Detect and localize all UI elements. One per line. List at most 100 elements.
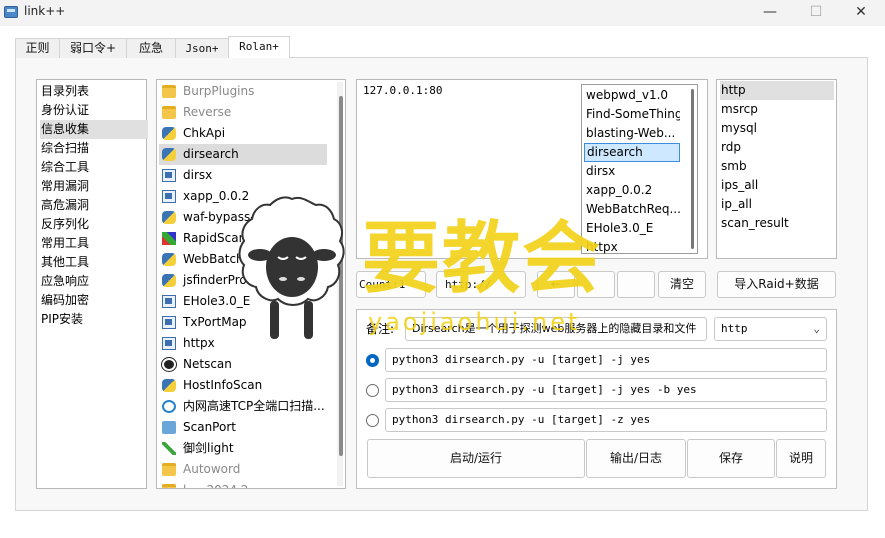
sword-icon — [162, 442, 176, 455]
chevron-down-icon: ⌄ — [813, 322, 820, 335]
help-button[interactable]: 说明 — [776, 439, 826, 478]
command-radio-1[interactable] — [366, 354, 379, 367]
tool-item-label: 御剑light — [183, 441, 234, 455]
protocol-item[interactable]: http — [720, 81, 834, 100]
port-icon — [162, 421, 176, 434]
protocol-item[interactable]: mysql — [720, 119, 834, 138]
tool-item[interactable]: Netscan — [159, 354, 327, 375]
tool-item[interactable]: Autoword — [159, 459, 327, 480]
close-button[interactable]: ✕ — [838, 0, 884, 26]
tool-item-label: HostInfoScan — [183, 378, 263, 392]
run-button[interactable]: 启动/运行 — [367, 439, 585, 478]
tool-item-label: dirsx — [183, 168, 213, 182]
maximize-button[interactable]: ☐ — [793, 0, 839, 26]
python-icon — [162, 274, 176, 287]
category-item[interactable]: PIP安装 — [40, 310, 148, 329]
tool-item[interactable]: l...--2024.2 — [159, 480, 327, 488]
dropdown-item[interactable]: blasting-Web... — [584, 124, 680, 143]
command-field-2[interactable]: python3 dirsearch.py -u [target] -j yes … — [385, 378, 827, 402]
folder-icon — [162, 106, 176, 119]
blank-button-2[interactable] — [617, 271, 655, 298]
cube-icon — [162, 232, 176, 245]
import-raid-button[interactable]: 导入Raid+数据 — [717, 271, 836, 298]
category-item[interactable]: 编码加密 — [40, 291, 148, 310]
category-item[interactable]: 应急响应 — [40, 272, 148, 291]
protocol-select-value: http — [721, 322, 748, 335]
minimize-button[interactable]: — — [747, 0, 793, 26]
dropdown-scroll-thumb[interactable] — [691, 89, 694, 249]
scan-icon — [162, 400, 176, 413]
clear-button[interactable]: 清空 — [658, 271, 706, 298]
tab-json[interactable]: Json+ — [175, 38, 229, 58]
tool-item[interactable]: Reverse — [159, 102, 327, 123]
python-icon — [162, 379, 176, 392]
command-radio-2[interactable] — [366, 384, 379, 397]
tool-item-label: Reverse — [183, 105, 232, 119]
tool-item-label: dirsearch — [183, 147, 239, 161]
exe-icon — [162, 337, 176, 350]
category-item[interactable]: 身份认证 — [40, 101, 148, 120]
protocol-select[interactable]: http ⌄ — [714, 317, 827, 341]
command-field-3[interactable]: python3 dirsearch.py -u [target] -z yes — [385, 408, 827, 432]
folder-icon — [162, 484, 176, 488]
protocol-item[interactable]: ips_all — [720, 176, 834, 195]
dropdown-item[interactable]: dirsearch — [584, 143, 680, 162]
command-radio-3[interactable] — [366, 414, 379, 427]
python-icon — [162, 253, 176, 266]
tool-item[interactable]: ScanPort — [159, 417, 327, 438]
tool-item[interactable]: 御剑light — [159, 438, 327, 459]
category-item[interactable]: 高危漏洞 — [40, 196, 148, 215]
command-field-1[interactable]: python3 dirsearch.py -u [target] -j yes — [385, 348, 827, 372]
tool-item-label: l...--2024.2 — [183, 480, 248, 488]
protocol-list: http msrcp mysql rdp smb ips_all ip_all scan_re… — [716, 79, 837, 259]
category-list: 目录列表 身份认证 信息收集 综合扫描 综合工具 常用漏洞 高危漏洞 反序列化 常用工具 其他工具… — [36, 79, 148, 489]
target-text: 127.0.0.1:80 — [363, 84, 443, 97]
protocol-item[interactable]: smb — [720, 157, 834, 176]
protocol-item[interactable]: scan_result — [720, 214, 834, 233]
watermark-title: 要教会 — [362, 213, 603, 304]
folder-icon — [162, 85, 176, 98]
protocol-item[interactable]: ip_all — [720, 195, 834, 214]
tool-item[interactable]: BurpPlugins — [159, 81, 327, 102]
dropdown-item[interactable]: webpwd_v1.0 — [584, 86, 680, 105]
window-title: link++ — [24, 4, 66, 18]
title-bar: link++ — ☐ ✕ — [0, 0, 885, 26]
python-icon — [162, 148, 176, 161]
category-item[interactable]: 常用工具 — [40, 234, 148, 253]
exe-icon — [162, 295, 176, 308]
tool-item-label: Autoword — [183, 462, 241, 476]
tool-item[interactable]: 内网高速TCP全端口扫描... — [159, 396, 327, 417]
category-item[interactable]: 综合工具 — [40, 158, 148, 177]
category-item[interactable]: 反序列化 — [40, 215, 148, 234]
tool-item[interactable]: dirsx — [159, 165, 327, 186]
category-item[interactable]: 综合扫描 — [40, 139, 148, 158]
tool-item-label: 内网高速TCP全端口扫描... — [183, 399, 325, 413]
app-icon — [4, 6, 18, 18]
folder-icon — [162, 463, 176, 476]
tab-emergency[interactable]: 应急 — [126, 38, 176, 58]
category-item[interactable]: 常用漏洞 — [40, 177, 148, 196]
tab-weak-password[interactable]: 弱口令+ — [59, 38, 127, 58]
tab-regex[interactable]: 正则 — [15, 38, 60, 58]
exe-icon — [162, 169, 176, 182]
sheep-mascot-image — [238, 196, 345, 339]
tool-item[interactable]: ChkApi — [159, 123, 327, 144]
save-button[interactable]: 保存 — [687, 439, 775, 478]
tool-item-label: ScanPort — [183, 420, 236, 434]
exe-icon — [162, 190, 176, 203]
category-item[interactable]: 目录列表 — [40, 82, 148, 101]
exe-icon — [162, 316, 176, 329]
output-log-button[interactable]: 输出/日志 — [586, 439, 686, 478]
dropdown-item[interactable]: Find-SomeThing — [584, 105, 680, 124]
dropdown-item[interactable]: dirsx — [584, 162, 680, 181]
category-item[interactable]: 信息收集 — [40, 120, 148, 139]
python-icon — [162, 127, 176, 140]
tab-rolan[interactable]: Rolan+ — [228, 36, 290, 58]
tool-item[interactable]: dirsearch — [159, 144, 327, 165]
protocol-item[interactable]: rdp — [720, 138, 834, 157]
tool-item-label: httpx — [183, 336, 215, 350]
protocol-item[interactable]: msrcp — [720, 100, 834, 119]
tool-item[interactable]: HostInfoScan — [159, 375, 327, 396]
category-item[interactable]: 其他工具 — [40, 253, 148, 272]
tool-item-label: Netscan — [183, 357, 232, 371]
